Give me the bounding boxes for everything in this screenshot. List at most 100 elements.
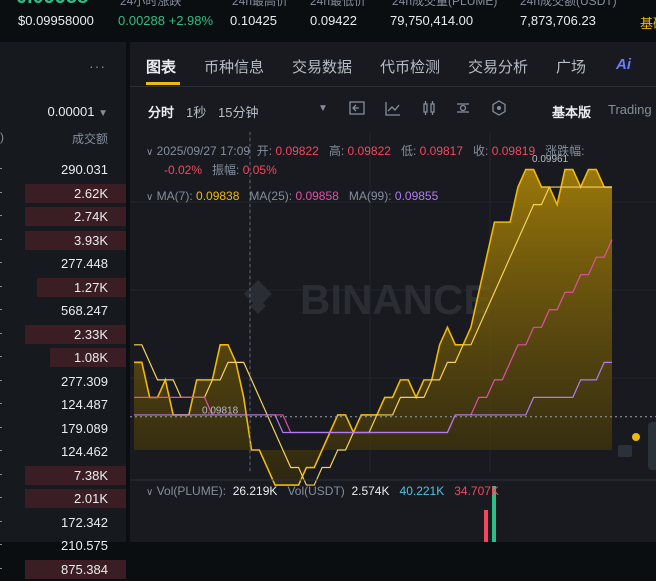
- order-book-rows: 290.031 2.62K 2.74K 3.93K 277.448 1.27K 568.24…: [0, 158, 126, 581]
- mode-basic[interactable]: 基本版: [552, 102, 591, 121]
- low-label: 24h最低价: [310, 0, 366, 9]
- settings-icon[interactable]: [454, 100, 472, 118]
- chevron-down-icon[interactable]: ▼: [314, 100, 332, 118]
- order-book-row[interactable]: 875.384: [0, 558, 126, 581]
- row-tick: [0, 309, 2, 310]
- order-book-row[interactable]: 124.487: [0, 393, 126, 417]
- tab-token-check[interactable]: 代币检测: [380, 56, 440, 77]
- row-turnover: 2.62K: [74, 186, 108, 201]
- indicator-icon[interactable]: [348, 100, 366, 118]
- collapse-icon[interactable]: ∨: [146, 192, 153, 203]
- change-value: 0.00288 +2.98%: [118, 13, 213, 28]
- vol-plume-value: 26.219K: [233, 484, 278, 498]
- last-price-big: 0.09958: [16, 0, 88, 9]
- collapse-icon[interactable]: ∨: [146, 147, 153, 158]
- ma-legend: ∨ MA(7): 0.09838 MA(25): 0.09858 MA(99):…: [146, 189, 438, 203]
- ticker-bar: 24小时涨跌 24h最高价 24h最低价 24h成交量(PLUME) 24h成交…: [0, 0, 656, 38]
- chevron-down-icon: ▼: [98, 108, 108, 119]
- row-tick: [0, 380, 2, 381]
- order-book-row[interactable]: 568.247: [0, 299, 126, 323]
- order-book-panel: ··· 0.00001 ▼ ) 成交额 290.0312.62K2.74K3.9…: [0, 42, 126, 542]
- ma7-label: MA(7):: [157, 189, 193, 203]
- volume-bar: [484, 510, 488, 542]
- row-tick: [0, 474, 2, 475]
- row-tick: [0, 521, 2, 522]
- volume-value: 79,750,414.00: [390, 13, 473, 28]
- line-chart-icon[interactable]: [384, 100, 402, 118]
- tab-ai[interactable]: Ai: [616, 56, 631, 73]
- precision-value: 0.00001: [47, 104, 94, 119]
- row-turnover: 1.27K: [74, 280, 108, 295]
- turnover-label: 24h成交额(USDT): [520, 0, 617, 9]
- live-dot: [632, 433, 640, 441]
- chart-panel: 图表 币种信息 交易数据 代币检测 交易分析 广场 Ai 分时 1秒 15分钟 …: [130, 42, 656, 542]
- row-tick: [0, 568, 2, 569]
- row-tick: [0, 544, 2, 545]
- tab-trading-analysis[interactable]: 交易分析: [468, 56, 528, 77]
- interval-15m[interactable]: 15分钟: [218, 102, 258, 121]
- candle-icon[interactable]: [420, 100, 438, 118]
- tab-chart[interactable]: 图表: [146, 56, 176, 77]
- close-label: 收:: [473, 144, 488, 158]
- change-value: -0.02%: [164, 163, 202, 177]
- price-usd: $0.09958000: [18, 13, 94, 28]
- order-book-row[interactable]: 1.27K: [0, 276, 126, 300]
- vol-usdt-value: 2.574K: [351, 484, 389, 498]
- order-book-row[interactable]: 1.08K: [0, 346, 126, 370]
- hexagon-icon[interactable]: [490, 100, 508, 118]
- order-book-row[interactable]: 2.62K: [0, 182, 126, 206]
- price-chart[interactable]: BINANCE0.099610.09818 ∨ 2025/09/27 17:09…: [130, 132, 656, 542]
- order-book-row[interactable]: 7.38K: [0, 464, 126, 488]
- tab-coin-info[interactable]: 币种信息: [204, 56, 264, 77]
- precision-select[interactable]: 0.00001 ▼: [47, 104, 108, 119]
- row-tick: [0, 168, 2, 169]
- row-tick: [0, 286, 2, 287]
- basic-link[interactable]: 基础: [640, 13, 656, 32]
- row-tick: [0, 450, 2, 451]
- vol-ma-1: 40.221K: [400, 484, 445, 498]
- order-book-row[interactable]: 277.448: [0, 252, 126, 276]
- ma25-label: MA(25):: [249, 189, 292, 203]
- row-turnover: 7.38K: [74, 468, 108, 483]
- order-book-row[interactable]: 3.93K: [0, 229, 126, 253]
- ma99-label: MA(99):: [349, 189, 392, 203]
- more-icon[interactable]: ···: [89, 58, 106, 74]
- scroll-handle: [648, 422, 656, 470]
- order-book-row[interactable]: 2.01K: [0, 487, 126, 511]
- order-book-row[interactable]: 179.089: [0, 417, 126, 441]
- order-book-row[interactable]: 2.74K: [0, 205, 126, 229]
- row-tick: [0, 262, 2, 263]
- interval-1s[interactable]: 1秒: [186, 102, 206, 121]
- mode-tradingview[interactable]: Trading: [608, 102, 652, 117]
- trough-label: 0.09818: [202, 406, 239, 417]
- volume-label: 24h成交量(PLUME): [392, 0, 497, 9]
- tab-square[interactable]: 广场: [556, 56, 586, 77]
- amplitude-label: 振幅:: [212, 163, 239, 177]
- close-value: 0.09819: [492, 144, 535, 158]
- chart-toolbar: 分时 1秒 15分钟 ▼ 基本版 Trading: [130, 94, 656, 124]
- row-turnover: 277.448: [61, 256, 108, 271]
- order-book-row[interactable]: 210.575: [0, 534, 126, 558]
- order-book-row[interactable]: 124.462: [0, 440, 126, 464]
- row-turnover: 2.01K: [74, 491, 108, 506]
- row-turnover: 2.74K: [74, 209, 108, 224]
- low-value: 0.09422: [310, 13, 357, 28]
- order-book-row[interactable]: 2.33K: [0, 323, 126, 347]
- ma99-value: 0.09855: [395, 189, 438, 203]
- turnover-value: 7,873,706.23: [520, 13, 596, 28]
- active-tab-indicator: [146, 82, 180, 85]
- order-book-row[interactable]: 172.342: [0, 511, 126, 535]
- collapse-icon[interactable]: ∨: [146, 487, 153, 498]
- row-turnover: 172.342: [61, 515, 108, 530]
- high-label: 高:: [329, 144, 344, 158]
- interval-line[interactable]: 分时: [148, 102, 174, 121]
- order-book-row[interactable]: 277.309: [0, 370, 126, 394]
- tab-trading-data[interactable]: 交易数据: [292, 56, 352, 77]
- high-value: 0.09822: [348, 144, 391, 158]
- row-tick: [0, 427, 2, 428]
- row-tick: [0, 239, 2, 240]
- row-turnover: 290.031: [61, 162, 108, 177]
- volume-legend: ∨ Vol(PLUME): 26.219K Vol(USDT) 2.574K 4…: [146, 484, 499, 498]
- low-label: 低:: [401, 144, 416, 158]
- order-book-row[interactable]: 290.031: [0, 158, 126, 182]
